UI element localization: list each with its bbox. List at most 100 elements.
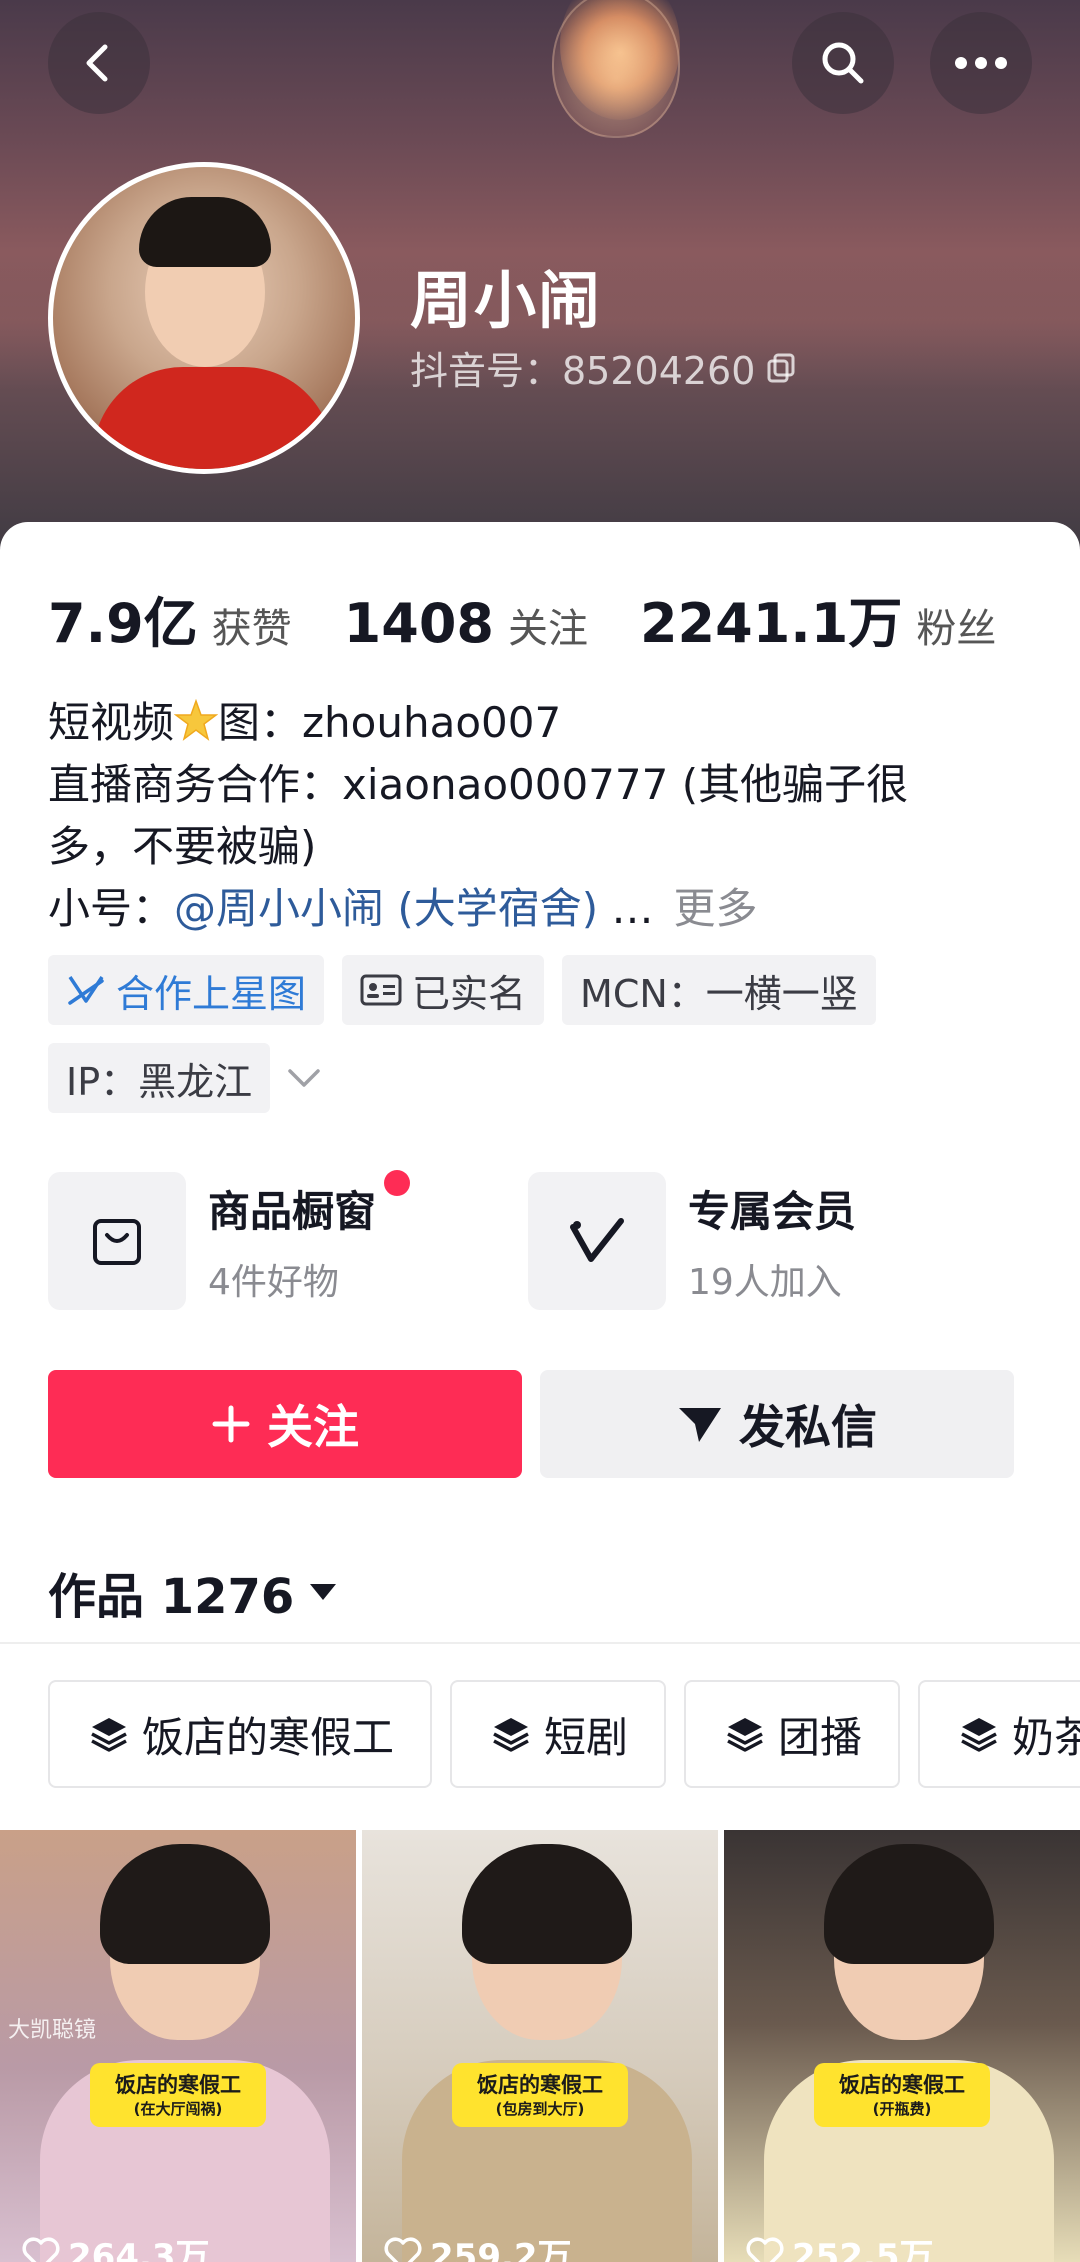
followers-count[interactable]: 2241.1万 — [640, 579, 902, 658]
video-person-hair — [100, 1844, 270, 1964]
video-caption-title: 饭店的寒假工 — [839, 2073, 965, 2097]
bio-line-1-suffix: 图：zhouhao007 — [218, 698, 562, 747]
ip-tag: IP：黑龙江 — [48, 1043, 271, 1113]
video-grid: 饭店的寒假工 (在大厅闯祸) 264.3万 饭店的寒假工 (包房到大厅) 259… — [0, 1830, 1080, 2262]
works-count-label: 作品 1276 — [48, 1569, 295, 1625]
alt-account-link[interactable]: @周小小闹 (大学宿舍) — [174, 884, 598, 933]
video-thumbnail[interactable]: 饭店的寒假工 (开瓶费) 252.5万 — [724, 1830, 1080, 2262]
collection-chip[interactable]: 奶茶 — [918, 1680, 1080, 1788]
search-icon — [822, 42, 864, 84]
notification-dot — [384, 1169, 411, 1196]
video-person-hair — [824, 1844, 994, 1964]
video-likes: 252.5万 — [746, 2229, 934, 2262]
ip-label: IP：黑龙江 — [66, 1059, 253, 1104]
video-likes-count: 264.3万 — [68, 2237, 210, 2262]
video-thumbnail[interactable]: 饭店的寒假工 (包房到大厅) 259.2万 — [362, 1830, 718, 2262]
chevron-down-icon — [288, 1069, 320, 1087]
collection-chips: 饭店的寒假工 短剧 团播 奶茶 — [48, 1680, 1080, 1788]
followers-label[interactable]: 粉丝 — [916, 596, 996, 654]
collection-chip[interactable]: 饭店的寒假工 — [48, 1680, 433, 1788]
heart-icon — [22, 2237, 60, 2262]
video-person-hair — [462, 1844, 632, 1964]
more-options-button[interactable] — [930, 12, 1032, 114]
collection-chip[interactable]: 团播 — [684, 1680, 901, 1788]
membership-icon-box — [528, 1172, 666, 1310]
profile-tags: 合作上星图 已实名 MCN：一横一竖 IP：黑龙江 — [48, 955, 1048, 1113]
video-likes-count: 259.2万 — [430, 2237, 572, 2262]
shop-window-entry[interactable]: 商品橱窗 4件好物 — [48, 1169, 411, 1310]
collection-chip-label: 饭店的寒假工 — [142, 1712, 395, 1762]
following-count[interactable]: 1408 — [344, 592, 494, 655]
follow-button[interactable]: 关注 — [48, 1370, 522, 1478]
more-dots-icon — [955, 57, 1007, 69]
verified-label: 已实名 — [412, 971, 527, 1016]
membership-title: 专属会员 — [688, 1186, 857, 1236]
layers-icon — [727, 1718, 763, 1752]
video-caption-title: 饭店的寒假工 — [115, 2073, 241, 2097]
video-likes: 259.2万 — [384, 2229, 572, 2262]
video-caption-subtitle: (开瓶费) — [872, 2100, 932, 2118]
shop-window-title: 商品橱窗 — [208, 1186, 377, 1236]
plus-icon — [212, 1405, 250, 1443]
message-label: 发私信 — [739, 1400, 877, 1454]
stats-row: 7.9亿 获赞 1408 关注 2241.1万 粉丝 — [48, 579, 1048, 658]
likes-count: 7.9亿 — [48, 592, 198, 655]
bio-line-1-prefix: 短视频 — [48, 698, 175, 747]
video-caption-subtitle: (在大厅闯祸) — [133, 2100, 223, 2118]
likes-label: 获赞 — [211, 606, 292, 652]
mcn-tag[interactable]: MCN：一横一竖 — [562, 955, 876, 1025]
profile-card: 7.9亿 获赞 1408 关注 2241.1万 粉丝 短视频 图：zhouhao0… — [0, 522, 1080, 2262]
bio-line-4: 小号：@周小小闹 (大学宿舍) … 更多 — [48, 878, 1038, 940]
bio-line-1: 短视频 图：zhouhao007 — [48, 692, 1038, 754]
douyin-id-text: 抖音号：85204260 — [410, 349, 756, 393]
membership-count: 19人加入 — [688, 1261, 842, 1303]
watermark: 大凯聪镜 — [8, 2018, 97, 2043]
membership-v-icon — [570, 1218, 624, 1262]
avatar[interactable] — [48, 162, 360, 474]
copy-icon[interactable] — [765, 351, 799, 385]
bio-line-2: 直播商务合作：xiaonao000777 (其他骗子很 — [48, 760, 909, 809]
star-map-icon — [68, 976, 104, 1005]
video-caption: 饭店的寒假工 (包房到大厅) — [452, 2063, 628, 2127]
layers-icon — [961, 1718, 997, 1752]
video-caption-subtitle: (包房到大厅) — [495, 2100, 585, 2118]
caret-down-icon — [310, 1584, 337, 1600]
bio-line-4-prefix: 小号： — [48, 884, 175, 933]
douyin-id: 抖音号：85204260 — [410, 340, 799, 395]
lightbulb-image — [552, 0, 680, 138]
chevron-left-icon — [86, 44, 108, 82]
follow-label: 关注 — [267, 1400, 359, 1454]
mcn-label: MCN：一横一竖 — [580, 971, 858, 1016]
star-map-tag[interactable]: 合作上星图 — [48, 955, 325, 1025]
collection-chip-label: 团播 — [778, 1712, 863, 1762]
bio-more-link[interactable]: 更多 — [674, 884, 758, 933]
bio-line-3: 多，不要被骗) — [48, 822, 317, 871]
video-thumbnail[interactable]: 饭店的寒假工 (在大厅闯祸) 264.3万 — [0, 1830, 356, 2262]
shop-window-count: 4件好物 — [208, 1261, 339, 1303]
membership-entry[interactable]: 专属会员 19人加入 — [528, 1172, 856, 1310]
works-tab[interactable]: 作品 1276 — [48, 1557, 338, 1627]
shop-icon-box — [48, 1172, 186, 1310]
shopping-bag-icon — [93, 1219, 141, 1265]
following-label[interactable]: 关注 — [508, 596, 588, 654]
profile-name: 周小闹 — [410, 264, 603, 337]
video-caption: 饭店的寒假工 (开瓶费) — [814, 2063, 990, 2127]
layers-icon — [91, 1718, 127, 1752]
sparkle-star-icon — [174, 699, 219, 741]
heart-icon — [384, 2237, 422, 2262]
video-likes: 264.3万 — [22, 2229, 210, 2262]
video-caption: 饭店的寒假工 (在大厅闯祸) — [90, 2063, 266, 2127]
message-button[interactable]: 发私信 — [540, 1370, 1014, 1478]
collection-chip[interactable]: 短剧 — [450, 1680, 667, 1788]
video-likes-count: 252.5万 — [792, 2237, 934, 2262]
collection-chip-label: 短剧 — [544, 1712, 629, 1762]
section-divider — [0, 1642, 1080, 1644]
back-button[interactable] — [48, 12, 150, 114]
collection-chip-label: 奶茶 — [1012, 1712, 1080, 1762]
id-card-icon — [360, 974, 402, 1006]
tags-expand-toggle[interactable] — [284, 1043, 324, 1113]
video-caption-title: 饭店的寒假工 — [477, 2073, 603, 2097]
search-button[interactable] — [792, 12, 894, 114]
star-map-label: 合作上星图 — [116, 971, 307, 1016]
verified-tag[interactable]: 已实名 — [342, 955, 545, 1025]
